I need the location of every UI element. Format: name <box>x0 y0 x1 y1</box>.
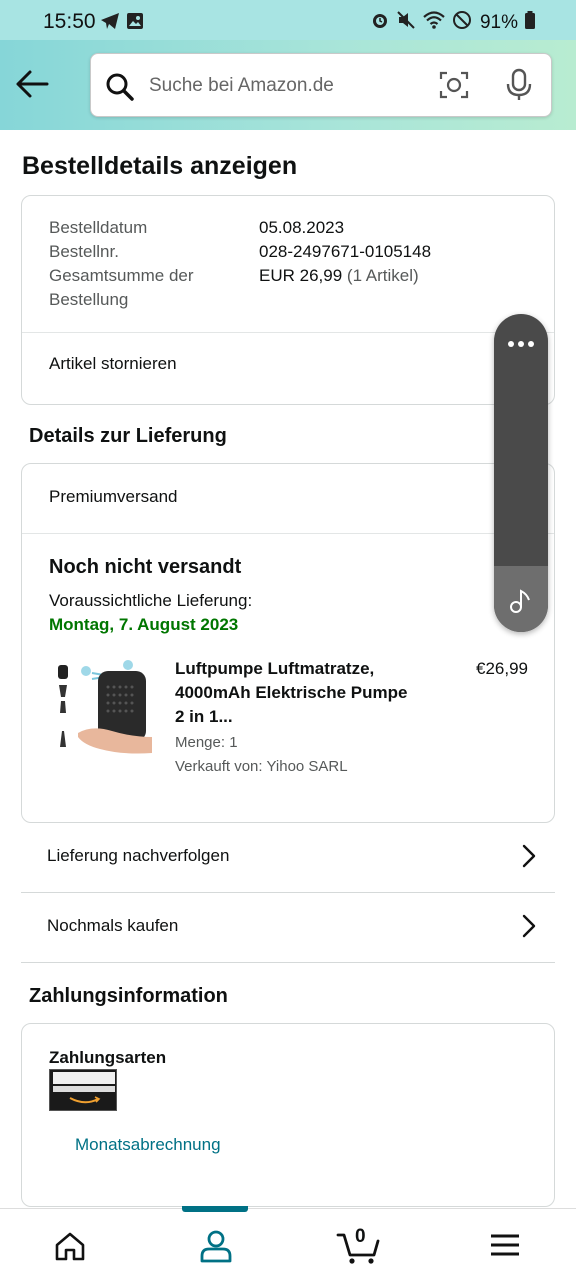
payment-methods-title: Zahlungsarten <box>49 1048 167 1067</box>
product-image[interactable] <box>52 657 154 757</box>
mute-icon <box>396 10 416 36</box>
product-quantity: Menge: 1 <box>175 734 238 751</box>
telegram-icon <box>100 12 120 35</box>
eta-date: Montag, 7. August 2023 <box>49 615 239 634</box>
order-summary-card: Bestelldatum 05.08.2023 Bestellnr. 028-2… <box>21 195 555 405</box>
gallery-icon <box>126 12 144 35</box>
status-bar: 15:50 91% <box>0 0 576 40</box>
battery-percent: 91% <box>479 12 518 33</box>
order-date-label: Bestelldatum <box>49 218 148 237</box>
chevron-right-icon <box>521 913 537 944</box>
camera-search-icon[interactable] <box>439 70 469 105</box>
product-seller: Verkauft von: Yihoo SARL <box>175 758 348 775</box>
music-note-icon <box>510 589 530 613</box>
order-item-count: (1 Artikel) <box>346 266 419 285</box>
order-total-label: Gesamtsumme der <box>49 266 194 285</box>
track-delivery-row[interactable]: Lieferung nachverfolgen <box>21 823 555 893</box>
music-button[interactable] <box>494 566 548 632</box>
shipment-status: Noch nicht versandt <box>49 556 242 578</box>
search-icon[interactable] <box>105 72 135 107</box>
back-button[interactable] <box>14 68 54 104</box>
payment-card: Zahlungsarten Monatsabrechnung <box>21 1023 555 1207</box>
status-time: 15:50 <box>43 10 96 33</box>
cart-count-badge: 0 <box>355 1226 366 1247</box>
order-date-value: 05.08.2023 <box>259 218 345 237</box>
product-title[interactable]: Luftpumpe Luftmatratze, 4000mAh Elektris… <box>175 657 415 729</box>
nav-home[interactable] <box>30 1209 110 1280</box>
divider <box>22 533 554 534</box>
chevron-right-icon <box>521 843 537 874</box>
divider <box>22 332 554 333</box>
nav-menu[interactable] <box>466 1209 546 1280</box>
back-arrow-icon <box>16 70 49 98</box>
floating-overlay-widget[interactable] <box>494 314 548 632</box>
do-not-disturb-icon <box>452 10 472 36</box>
payment-card-image <box>49 1069 117 1111</box>
order-total-label-cont: Bestellung <box>49 290 129 309</box>
bottom-navigation: 0 <box>0 1206 576 1280</box>
app-header: Suche bei Amazon.de <box>0 40 576 130</box>
product-price: €26,99 <box>476 659 528 678</box>
search-bar[interactable]: Suche bei Amazon.de <box>90 53 552 117</box>
order-total-amount: EUR 26,99 <box>259 266 343 285</box>
search-input[interactable]: Suche bei Amazon.de <box>149 75 334 97</box>
order-number-value: 028-2497671-0105148 <box>259 242 432 261</box>
shipping-type: Premiumversand <box>49 487 178 506</box>
alarm-icon <box>370 10 390 36</box>
order-total-value: EUR 26,99 (1 Artikel) <box>259 266 419 286</box>
delivery-section-title: Details zur Lieferung <box>29 425 227 447</box>
more-options-icon[interactable] <box>506 336 536 354</box>
payment-section-title: Zahlungsinformation <box>29 985 228 1007</box>
account-icon <box>200 1230 232 1263</box>
hamburger-menu-icon <box>491 1234 519 1256</box>
order-number-label: Bestellnr. <box>49 242 119 261</box>
wifi-icon <box>422 10 446 36</box>
delivery-card: Premiumversand Noch nicht versandt Vorau… <box>21 463 555 823</box>
nav-account[interactable] <box>175 1209 255 1280</box>
cancel-items-link[interactable]: Artikel stornieren <box>49 354 177 374</box>
track-delivery-label: Lieferung nachverfolgen <box>47 846 230 865</box>
microphone-icon[interactable] <box>505 68 533 107</box>
buy-again-row[interactable]: Nochmals kaufen <box>21 893 555 963</box>
battery-icon <box>524 10 536 36</box>
buy-again-label: Nochmals kaufen <box>47 916 179 935</box>
eta-label: Voraussichtliche Lieferung: <box>49 591 253 610</box>
payment-method-link[interactable]: Monatsabrechnung <box>75 1135 221 1155</box>
home-icon <box>55 1232 85 1261</box>
page-title: Bestelldetails anzeigen <box>22 152 298 180</box>
